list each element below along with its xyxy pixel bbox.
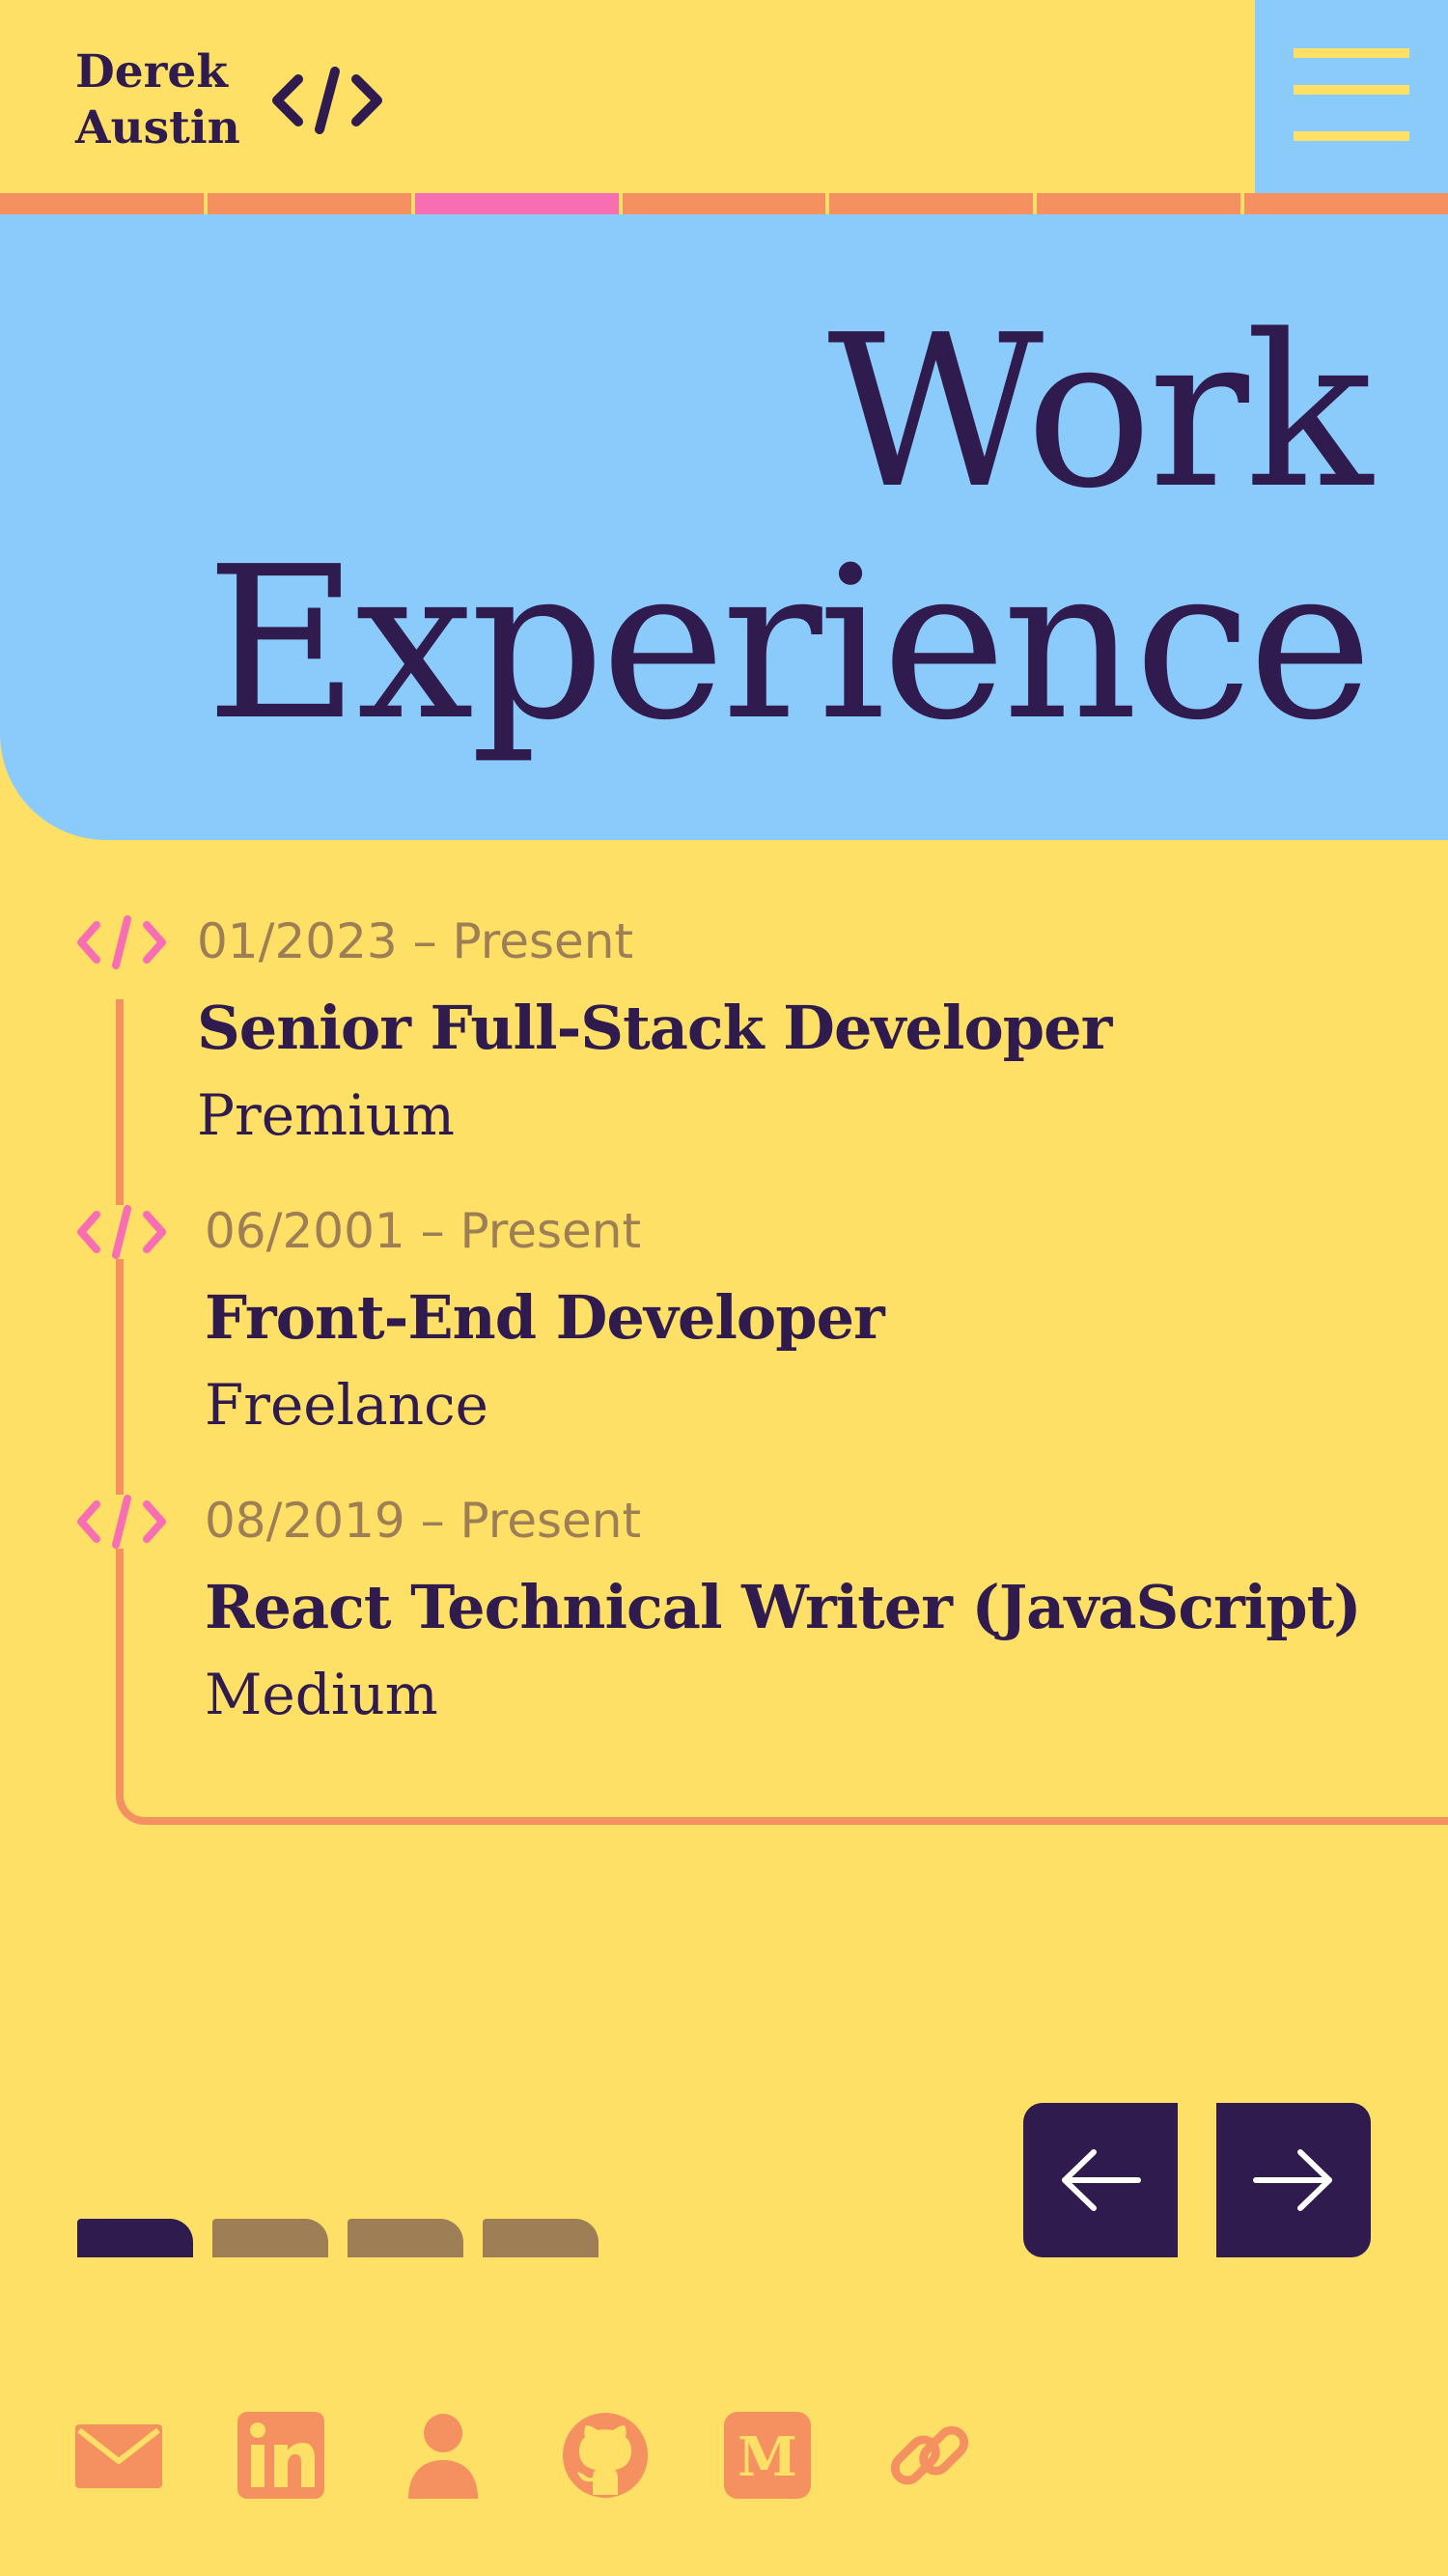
progress-segment	[829, 193, 1038, 214]
linkedin-link[interactable]	[237, 2412, 324, 2499]
brand-logo[interactable]: Derek Austin	[75, 44, 385, 156]
progress-segment	[1037, 193, 1245, 214]
progress-segment	[414, 193, 623, 214]
medium-icon: M	[724, 2412, 811, 2499]
pagination-dot[interactable]	[77, 2219, 193, 2257]
profile-link[interactable]	[400, 2412, 487, 2499]
arrow-right-icon	[1253, 2149, 1332, 2211]
code-brackets-icon	[271, 67, 382, 134]
mail-icon	[75, 2424, 162, 2488]
github-icon	[563, 2413, 648, 2498]
pagination-dots	[77, 2219, 599, 2257]
hero-section: Work Experience	[0, 214, 1448, 840]
social-links: M	[75, 2412, 973, 2499]
arrow-left-icon	[1062, 2149, 1141, 2211]
progress-segment	[622, 193, 830, 214]
section-progress-bar	[0, 193, 1448, 214]
experience-date: 08/2019 – Present	[205, 1493, 642, 1549]
pagination-dot[interactable]	[348, 2219, 463, 2257]
next-button[interactable]	[1216, 2103, 1371, 2257]
page-title: Work Experience	[205, 291, 1373, 767]
link-icon	[890, 2425, 969, 2485]
linkedin-icon	[237, 2412, 324, 2499]
experience-date: 06/2001 – Present	[205, 1203, 642, 1259]
page-title-line1: Work	[827, 291, 1373, 535]
email-link[interactable]	[75, 2412, 162, 2499]
code-brackets-icon	[75, 1205, 168, 1259]
website-link[interactable]	[886, 2412, 973, 2499]
experience-company: Premium	[197, 1082, 455, 1148]
experience-role: Front-End Developer	[205, 1282, 885, 1353]
brand-name-first: Derek	[75, 45, 228, 98]
person-icon	[408, 2414, 478, 2499]
progress-segment	[207, 193, 415, 214]
prev-button[interactable]	[1023, 2103, 1178, 2257]
code-brackets-icon	[75, 915, 168, 969]
code-brackets-icon	[75, 1495, 168, 1549]
pagination-dot[interactable]	[212, 2219, 328, 2257]
github-link[interactable]	[562, 2412, 649, 2499]
pagination-dot[interactable]	[483, 2219, 599, 2257]
experience-role: React Technical Writer (JavaScript)	[205, 1572, 1362, 1642]
experience-role: Senior Full-Stack Developer	[197, 993, 1112, 1063]
progress-segment	[1244, 193, 1448, 214]
page-title-line2: Experience	[205, 522, 1373, 767]
brand-name: Derek Austin	[75, 44, 240, 156]
menu-button[interactable]	[1255, 0, 1448, 193]
medium-link[interactable]: M	[724, 2412, 811, 2499]
experience-company: Freelance	[205, 1372, 488, 1438]
experience-company: Medium	[205, 1662, 438, 1727]
brand-name-last: Austin	[75, 101, 240, 154]
progress-segment	[0, 193, 208, 214]
experience-timeline: 01/2023 – Present Senior Full-Stack Deve…	[0, 908, 1448, 1825]
experience-date: 01/2023 – Present	[197, 913, 634, 969]
svg-text:M: M	[738, 2425, 797, 2489]
